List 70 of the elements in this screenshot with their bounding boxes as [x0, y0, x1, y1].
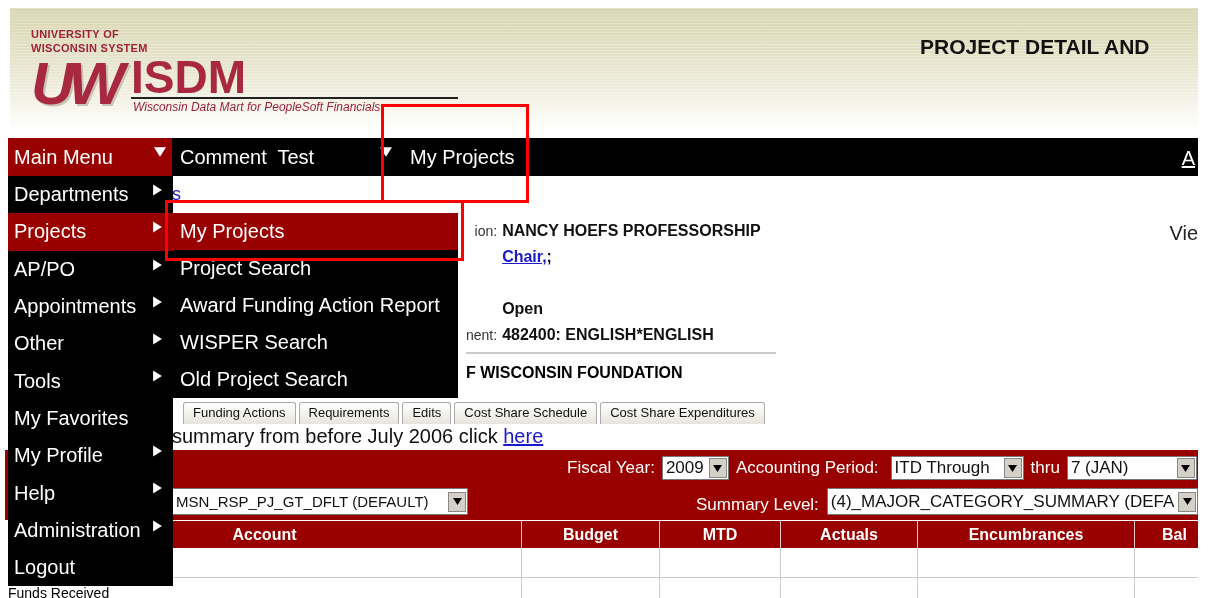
tab[interactable]: Cost Share Schedule [454, 402, 598, 424]
logo-tagline: Wisconsin Data Mart for PeopleSoft Financials [133, 99, 382, 115]
submenu-arrow-icon [152, 294, 163, 309]
menu-item[interactable]: My Favorites [8, 399, 173, 438]
page-title: PROJECT DETAIL AND [920, 34, 1150, 60]
dropdown-arrow-icon [713, 463, 723, 473]
tab[interactable]: Cost Share Expenditures [600, 402, 765, 424]
caret-icon [380, 146, 392, 158]
dropdown-arrow-icon [452, 497, 462, 506]
menu-item[interactable]: Old Project Search [173, 361, 458, 398]
menu-item[interactable]: Project Search [173, 250, 458, 287]
menu-item[interactable]: Tools [8, 362, 173, 400]
dropdown-arrow-icon [1008, 463, 1018, 473]
field-value: F WISCONSIN FOUNDATION [466, 363, 684, 383]
logo-text: UNIVERSITY OF [31, 27, 120, 41]
filter-label: Summary Level: [696, 493, 819, 515]
menu-item[interactable]: Departments [8, 176, 173, 214]
filter-label: Fiscal Year: [567, 458, 655, 478]
menu-item[interactable]: Projects [8, 213, 173, 251]
caret-icon [154, 146, 166, 158]
dropdown-arrow-icon [1181, 463, 1191, 473]
filter-label: Accounting Period: [735, 458, 879, 478]
submenu-arrow-icon [152, 332, 163, 347]
here-link[interactable]: here [503, 425, 544, 447]
nav-menu-item[interactable]: Main Menu [8, 138, 172, 176]
logo-mark: UW [31, 57, 131, 111]
submenu-arrow-icon [152, 369, 163, 384]
menu-item[interactable]: Help [8, 474, 173, 512]
submenu-arrow-icon [152, 444, 163, 459]
logo-name: ISDM [131, 57, 458, 99]
column-header: Encumbrances [918, 521, 1135, 548]
tab[interactable]: Requirements [298, 402, 400, 424]
dropdown-field[interactable]: 7 (JAN) [1066, 456, 1197, 480]
field-value: Open [502, 299, 545, 319]
menu-item[interactable]: WISPER Search [173, 324, 458, 361]
nav-menu-item[interactable]: My Projects [398, 138, 521, 176]
nav-link[interactable]: A [1181, 138, 1195, 176]
tab[interactable]: Edits [402, 402, 452, 424]
tab[interactable]: Funding Actions [183, 402, 296, 424]
chair-link[interactable]: Chair, [502, 248, 547, 265]
submenu-arrow-icon [152, 183, 163, 197]
menu-item[interactable]: My Projects [173, 213, 458, 250]
menu-item[interactable]: Appointments [8, 287, 173, 326]
column-header: Bal [1135, 521, 1198, 548]
field-value: 482400: ENGLISH*ENGLISH [502, 325, 715, 345]
dropdown-field[interactable]: (4)_MAJOR_CATEGORY_SUMMARY (DEFA [826, 488, 1198, 515]
field-value: NANCY HOEFS PROFESSORSHIP [502, 221, 762, 241]
menu-item[interactable]: AP/PO [8, 250, 173, 288]
view-link[interactable]: Vie [1169, 222, 1198, 384]
menu-item[interactable]: Other [8, 325, 173, 363]
menu-item[interactable]: My Profile [8, 437, 173, 475]
menu-item[interactable]: Award Funding Action Report [173, 287, 458, 324]
submenu-arrow-icon [152, 220, 163, 235]
dropdown-field[interactable]: 2009 [661, 456, 729, 480]
dropdown-field[interactable]: ITD Through [890, 456, 1024, 480]
column-header: MTD [660, 521, 781, 548]
submenu-arrow-icon [152, 518, 163, 533]
field-label: ion: [473, 222, 499, 241]
submenu-arrow-icon [152, 481, 163, 496]
logo-text: WISCONSIN SYSTEM [31, 41, 148, 55]
note-text: summary from before July 2006 click here [172, 424, 545, 448]
dropdown-field[interactable]: MSN_RSP_PJ_GT_DFLT (DEFAULT) [172, 488, 468, 515]
dropdown-arrow-icon [1182, 497, 1192, 506]
column-header: Actuals [781, 521, 918, 548]
field-value: ; [546, 248, 552, 265]
nav-menu-item[interactable]: Comment Test [174, 138, 398, 176]
submenu-arrow-icon [152, 257, 163, 272]
field-label: nent: [466, 326, 499, 345]
column-header: Budget [522, 521, 660, 548]
filter-label: thru [1030, 458, 1060, 478]
